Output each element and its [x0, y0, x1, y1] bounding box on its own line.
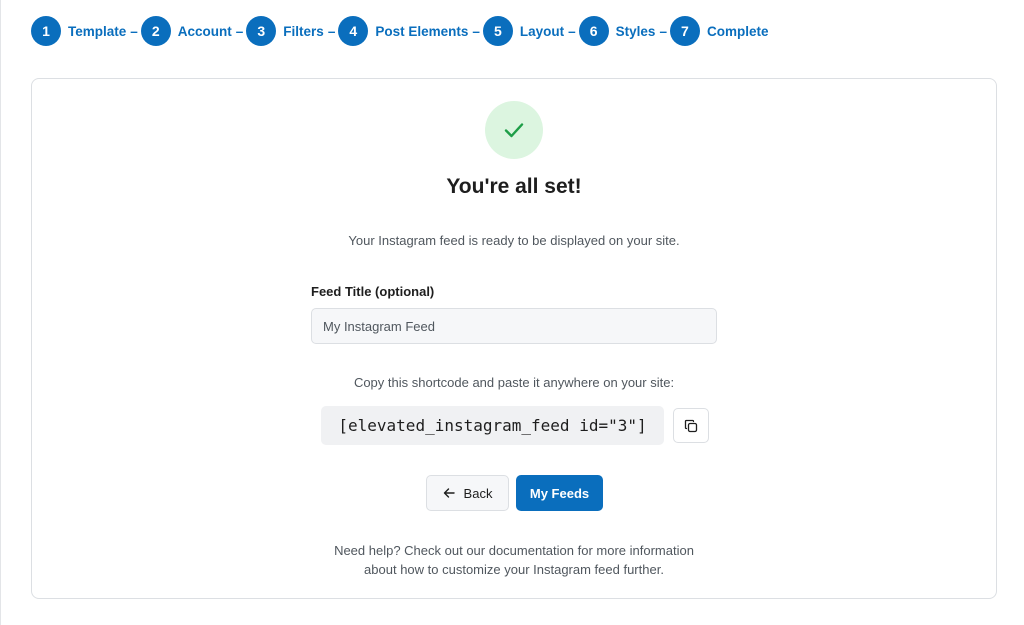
my-feeds-button[interactable]: My Feeds — [516, 475, 603, 511]
step-label: Account — [177, 23, 232, 39]
step-label: Complete — [706, 23, 769, 39]
page-subtitle: Your Instagram feed is ready to be displ… — [348, 233, 680, 248]
feed-title-input[interactable] — [311, 308, 717, 344]
arrow-left-icon — [443, 487, 455, 499]
step-separator: – — [130, 23, 138, 39]
wizard-stepper: 1 Template – 2 Account – 3 Filters – 4 P… — [31, 16, 768, 46]
step-separator: – — [659, 23, 667, 39]
wizard-page: 1 Template – 2 Account – 3 Filters – 4 P… — [0, 0, 1024, 625]
shortcode-instruction: Copy this shortcode and paste it anywher… — [353, 375, 675, 390]
step-number: 6 — [578, 16, 609, 46]
step-number: 4 — [338, 16, 369, 46]
back-button-label: Back — [463, 485, 493, 501]
step-label: Template — [68, 23, 127, 39]
help-text: Need help? Check out our documentation f… — [32, 541, 996, 579]
step-styles[interactable]: 6 Styles — [578, 16, 656, 46]
step-complete[interactable]: 7 Complete — [669, 16, 769, 46]
step-label: Styles — [615, 23, 656, 39]
step-label: Post Elements — [375, 23, 469, 39]
step-number: 1 — [31, 16, 61, 46]
step-number: 3 — [246, 16, 277, 46]
step-layout[interactable]: 5 Layout — [482, 16, 565, 46]
step-label: Filters — [283, 23, 324, 39]
step-separator: – — [327, 23, 336, 39]
step-account[interactable]: 2 Account — [140, 16, 232, 46]
checkmark-icon — [504, 123, 524, 138]
completion-card: You're all set! Your Instagram feed is r… — [31, 78, 997, 599]
step-separator: – — [235, 23, 244, 39]
step-number: 5 — [482, 16, 513, 46]
step-post-elements[interactable]: 4 Post Elements — [338, 16, 468, 46]
copy-icon — [684, 419, 698, 432]
success-badge — [485, 101, 543, 159]
step-template[interactable]: 1 Template — [31, 16, 126, 46]
page-title: You're all set! — [446, 175, 582, 198]
help-text-line: Need help? Check out our documentation f… — [334, 543, 694, 558]
step-separator: – — [568, 23, 576, 39]
step-filters[interactable]: 3 Filters — [246, 16, 324, 46]
help-text-line: about how to customize your Instagram fe… — [364, 562, 664, 577]
step-number: 7 — [669, 16, 700, 46]
back-button[interactable]: Back — [426, 475, 509, 511]
copy-shortcode-button[interactable] — [673, 408, 709, 443]
step-number: 2 — [140, 16, 171, 46]
step-label: Layout — [519, 23, 565, 39]
shortcode-box[interactable]: [elevated_instagram_feed id="3"] — [321, 406, 664, 445]
step-separator: – — [472, 23, 480, 39]
feed-title-label: Feed Title (optional) — [311, 284, 435, 299]
